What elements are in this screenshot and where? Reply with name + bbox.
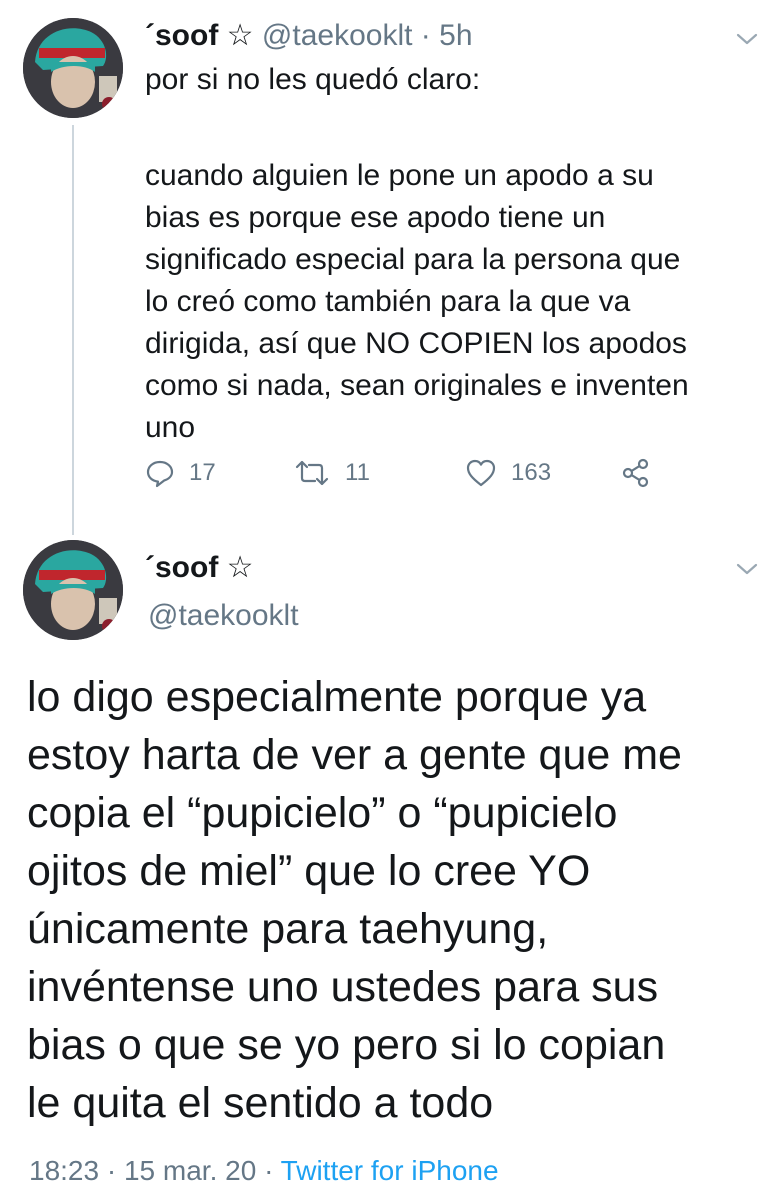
display-name[interactable]: ´soof	[145, 19, 218, 52]
source-link[interactable]: Twitter for iPhone	[281, 1155, 499, 1186]
reply-button[interactable]: 17	[145, 458, 216, 488]
tweet-line: significado especial para la persona que	[145, 243, 681, 276]
avatar[interactable]	[23, 540, 123, 640]
tweet-line: dirigida, así que NO COPIEN los apodos	[145, 327, 687, 360]
heart-icon	[466, 459, 496, 487]
tweet-text: lo digo especialmente porque ya estoy ha…	[27, 668, 767, 1132]
star-icon: ☆	[226, 19, 254, 52]
avatar[interactable]	[23, 18, 123, 118]
tweet-thread: ´soof ☆ @taekooklt · 5h por si no les qu…	[0, 0, 779, 1200]
tweet-date[interactable]: 15 mar. 20	[124, 1155, 256, 1186]
tweet-time[interactable]: 18:23	[29, 1155, 99, 1186]
chevron-down-icon[interactable]	[736, 562, 758, 576]
tweet-header: ´soof ☆	[145, 548, 254, 588]
user-handle[interactable]: @taekooklt	[148, 596, 299, 636]
timestamp[interactable]: 5h	[439, 19, 472, 52]
tweet-line: cuando alguien le pone un apodo a su	[145, 159, 654, 192]
display-name[interactable]: ´soof	[145, 551, 218, 584]
tweet-line: lo creó como también para la que va	[145, 285, 631, 318]
tweet-actions: 17 11 163	[145, 458, 705, 502]
tweet-line: copia el “pupicielo” o “pupicielo	[27, 789, 618, 837]
tweet-line: invéntense uno ustedes para sus	[27, 963, 659, 1011]
tweet-text: por si no les quedó claro: cuando alguie…	[145, 59, 745, 449]
tweet-line: bias o que se yo pero si lo copian	[27, 1021, 666, 1069]
tweet-line: únicamente para taehyung,	[27, 905, 549, 953]
reply-icon	[146, 460, 174, 488]
tweet-line: le quita el sentido a todo	[27, 1079, 494, 1127]
avatar-image	[23, 18, 123, 118]
like-count: 163	[511, 459, 552, 486]
user-handle[interactable]: @taekooklt	[262, 19, 413, 52]
retweet-button[interactable]: 11	[293, 458, 370, 488]
reply-count: 17	[189, 459, 216, 486]
retweet-count: 11	[345, 459, 370, 486]
tweet-line: uno	[145, 411, 196, 444]
tweet-header: ´soof ☆ @taekooklt · 5h	[145, 17, 473, 55]
tweet-line: estoy harta de ver a gente que me	[27, 731, 682, 779]
retweet-icon	[295, 460, 329, 486]
tweet-line: lo digo especialmente porque ya	[27, 673, 647, 721]
tweet-line: bias es porque ese apodo tiene un	[145, 201, 606, 234]
share-icon	[622, 458, 649, 488]
like-button[interactable]: 163	[465, 458, 551, 488]
avatar-image	[23, 540, 123, 640]
tweet-meta: 18:23 · 15 mar. 20 · Twitter for iPhone	[29, 1152, 499, 1190]
chevron-down-icon[interactable]	[736, 32, 758, 46]
separator: ·	[106, 1155, 117, 1186]
separator: ·	[264, 1155, 274, 1186]
tweet-line: por si no les quedó claro:	[145, 63, 481, 96]
tweet-line: como si nada, sean originales e inventen	[145, 369, 689, 402]
share-button[interactable]	[621, 458, 651, 488]
thread-line	[72, 125, 74, 535]
separator: ·	[420, 19, 431, 52]
tweet-line: ojitos de miel” que lo cree YO	[27, 847, 591, 895]
star-icon: ☆	[226, 551, 254, 584]
